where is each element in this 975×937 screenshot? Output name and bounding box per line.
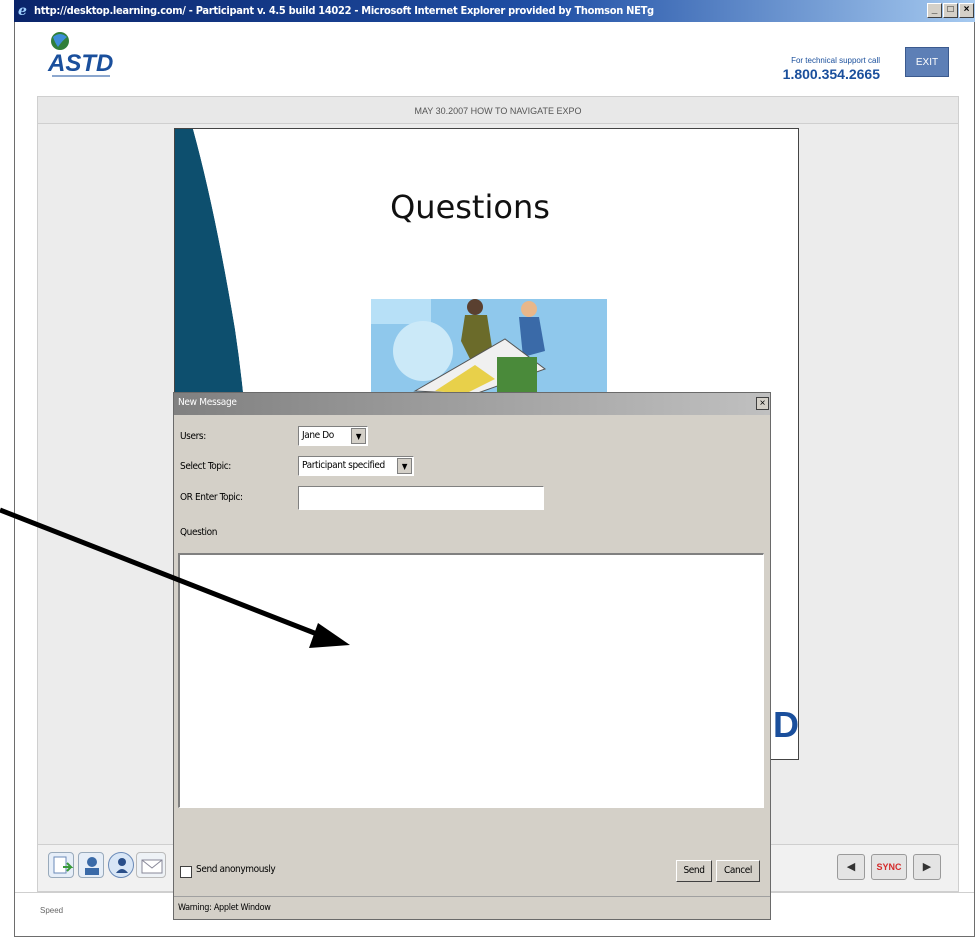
sync-button[interactable]: SYNC: [871, 854, 907, 880]
dialog-titlebar[interactable]: [174, 393, 770, 415]
presenter-icon[interactable]: [78, 852, 104, 878]
participant-icon[interactable]: [108, 852, 134, 878]
users-label: Users:: [180, 431, 206, 442]
anonymous-checkbox[interactable]: [180, 866, 192, 878]
topic-select[interactable]: Participant specified ▼: [298, 456, 414, 476]
dialog-close-button[interactable]: ×: [756, 397, 769, 410]
select-topic-label: Select Topic:: [180, 461, 231, 472]
slide-title: Questions: [390, 188, 550, 226]
users-select-value: Jane Do: [302, 430, 334, 441]
topic-input[interactable]: [298, 486, 544, 510]
question-textarea[interactable]: [178, 553, 764, 808]
anonymous-label: Send anonymously: [196, 864, 276, 875]
minimize-button[interactable]: _: [927, 3, 942, 18]
maximize-button[interactable]: □: [943, 3, 958, 18]
applet-warning: Warning: Applet Window: [174, 896, 770, 918]
cancel-button[interactable]: Cancel: [716, 860, 760, 882]
topic-select-value: Participant specified: [302, 460, 385, 471]
astd-logo: ASTD: [46, 27, 126, 87]
next-slide-button[interactable]: ▶: [913, 854, 941, 880]
chevron-down-icon[interactable]: ▼: [351, 428, 366, 444]
previous-slide-button[interactable]: ◀: [837, 854, 865, 880]
users-select[interactable]: Jane Do ▼: [298, 426, 368, 446]
send-button[interactable]: Send: [676, 860, 712, 882]
exit-button[interactable]: EXIT: [905, 47, 949, 77]
dialog-title: New Message: [178, 397, 237, 408]
message-icon[interactable]: [136, 852, 166, 878]
agenda-icon[interactable]: [48, 852, 74, 878]
question-label: Question: [180, 527, 218, 538]
session-title: MAY 30.2007 HOW TO NAVIGATE EXPO: [37, 96, 959, 124]
enter-topic-label: OR Enter Topic:: [180, 492, 243, 503]
svg-text:ASTD: ASTD: [47, 50, 113, 77]
chevron-down-icon[interactable]: ▼: [397, 458, 412, 474]
support-label: For technical support call: [791, 56, 880, 65]
slide-logo-fragment: D: [773, 704, 799, 745]
close-window-button[interactable]: ×: [959, 3, 974, 18]
status-text: Speed: [40, 906, 64, 915]
support-phone: 1.800.354.2665: [782, 66, 880, 82]
ie-icon: e: [18, 3, 27, 19]
browser-title: http://desktop.learning.com/ - Participa…: [34, 4, 654, 17]
